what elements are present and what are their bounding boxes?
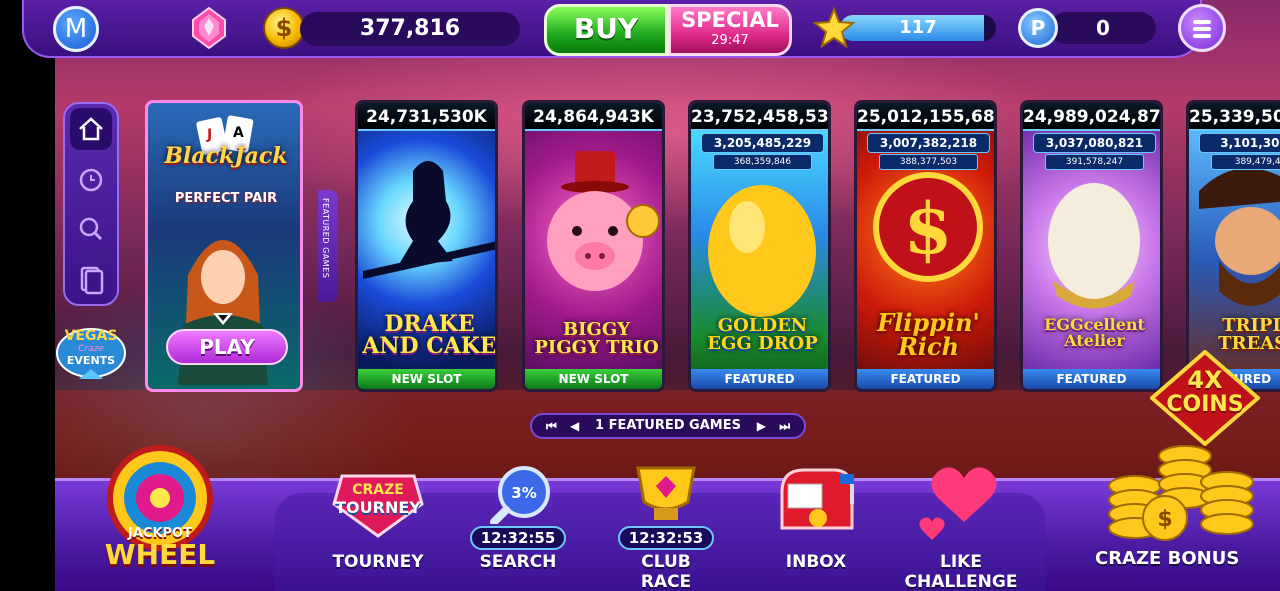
craze-bonus-label: CRAZE BONUS (1095, 548, 1240, 569)
special-label: SPECIAL (681, 8, 779, 32)
search-label: SEARCH (479, 552, 557, 572)
buy-button[interactable]: BUY (544, 4, 668, 56)
like-challenge-label: LIKE CHALLENGE (904, 552, 1018, 591)
vegas-events-button[interactable]: VEGAS Craze EVENTS (55, 325, 127, 391)
craze-bonus-button[interactable]: $ CRAZE BONUS (1095, 442, 1265, 587)
slot-card-eggcellent-atelier[interactable]: 24,989,024,871 3,037,080,821 391,578,247… (1020, 100, 1163, 392)
slot-title: EGGcellent Atelier (1044, 315, 1145, 350)
coin-balance: 377,816 (300, 12, 520, 46)
featured-pager: ⏮ ◀ 1 FEATURED GAMES ▶ ⏭ (530, 413, 806, 439)
cards-icon[interactable] (70, 258, 112, 300)
first-page-icon[interactable]: ⏮ (546, 415, 557, 437)
search-button[interactable]: 3% 12:32:55 SEARCH (468, 464, 568, 578)
events-line3: EVENTS (66, 354, 116, 367)
jackpot-mini-value: 391,578,247 (1045, 154, 1144, 170)
slot-card-biggy-piggy-trio[interactable]: 24,864,943K BIGGY PIGGY TRIO NEW SLOT (522, 100, 665, 392)
svg-text:$: $ (904, 187, 953, 270)
jackpot-value: 24,989,024,871 (1023, 103, 1160, 131)
level-value: 117 (899, 17, 937, 38)
coin-stack-icon: $ (1108, 445, 1254, 541)
pager-label: 1 FEATURED GAMES (595, 418, 741, 433)
slot-ribbon: NEW SLOT (358, 369, 495, 389)
slot-title: Flippin' Rich (877, 308, 980, 361)
slot-title: GOLDEN EGG DROP (707, 315, 818, 354)
menu-button[interactable] (1178, 4, 1226, 52)
jackpot-minor-value: 3,007,382,218 (867, 133, 990, 153)
search-percent: 3% (511, 484, 537, 502)
tourney-badge-bottom: TOURNEY (335, 498, 421, 517)
wheel-label: WHEEL (104, 538, 216, 571)
jackpot-mini-value: 389,479,42 (1211, 154, 1280, 170)
points-balance: 0 (1050, 12, 1156, 44)
jackpot-minor-value: 3,037,080,821 (1033, 133, 1156, 153)
mailbox-icon (780, 468, 854, 530)
promo-multiplier: 4X (1187, 366, 1223, 394)
blackjack-title: BlackJack (164, 143, 288, 169)
jackpot-minor-value: 3,101,305,3 (1199, 133, 1280, 153)
jackpot-value: 25,339,50 (1189, 103, 1280, 131)
points-icon: P (1018, 8, 1058, 48)
slot-card-golden-egg-drop[interactable]: 23,752,458,535 3,205,485,229 368,359,846… (688, 100, 831, 392)
side-nav (63, 102, 119, 306)
inbox-label: INBOX (785, 552, 847, 572)
svg-text:J: J (206, 127, 212, 143)
star-icon (812, 6, 856, 49)
svg-text:$: $ (1157, 507, 1172, 532)
jackpot-value: 25,012,155,689 (857, 103, 994, 131)
like-challenge-button[interactable]: LIKE CHALLENGE (896, 462, 1026, 591)
featured-games-label: FEATURED GAMES (321, 198, 330, 279)
blackjack-card[interactable]: J A BlackJack PERFECT PAIR PLAY (145, 100, 303, 392)
featured-games-tab[interactable]: FEATURED GAMES (318, 190, 338, 302)
inbox-button[interactable]: INBOX (770, 462, 862, 578)
avatar[interactable]: M (53, 6, 99, 52)
gem-icon[interactable] (190, 6, 228, 50)
play-button[interactable]: PLAY (166, 329, 288, 365)
blackjack-subtitle: PERFECT PAIR (174, 191, 278, 206)
jackpot-wheel-button[interactable]: JACKPOT WHEEL (90, 440, 230, 580)
next-page-icon[interactable]: ▶ (757, 415, 766, 437)
search-timer: 12:32:55 (470, 526, 566, 550)
slot-ribbon: FEATURED (857, 369, 994, 389)
heart-icon (919, 467, 997, 540)
jackpot-value: 24,731,530K (358, 103, 495, 131)
search-icon[interactable] (70, 208, 112, 250)
slot-title: DRAKE AND CAKE (362, 311, 497, 359)
slot-title: TRIPLE TREASU (1218, 315, 1280, 354)
club-race-timer: 12:32:53 (618, 526, 714, 550)
slot-card-drake-and-cake[interactable]: 24,731,530K DRAKE AND CAKE NEW SLOT (355, 100, 498, 392)
trophy-icon (636, 466, 696, 520)
jackpot-value: 23,752,458,535 (691, 103, 828, 131)
slot-title: BIGGY PIGGY TRIO (534, 319, 659, 358)
tourney-label: TOURNEY (332, 552, 424, 572)
tourney-button[interactable]: CRAZE TOURNEY TOURNEY (318, 470, 438, 578)
coins-4x-promo[interactable]: 4X COINS (1148, 349, 1262, 447)
slot-ribbon: NEW SLOT (525, 369, 662, 389)
special-timer: 29:47 (711, 33, 749, 48)
last-page-icon[interactable]: ⏭ (779, 415, 790, 437)
coin-icon: $ (263, 7, 305, 49)
slot-card-flippin-rich[interactable]: $ 25,012,155,689 3,007,382,218 388,377,5… (854, 100, 997, 392)
jackpot-mini-value: 368,359,846 (713, 154, 812, 170)
club-race-button[interactable]: 12:32:53 CLUB RACE (616, 458, 716, 591)
prev-page-icon[interactable]: ◀ (570, 415, 579, 437)
promo-label: COINS (1166, 392, 1244, 417)
slot-ribbon: FEATURED (1023, 369, 1160, 389)
jackpot-value: 24,864,943K (525, 103, 662, 131)
tourney-badge-top: CRAZE (352, 482, 404, 498)
events-line1: VEGAS (64, 328, 118, 344)
home-icon[interactable] (70, 108, 112, 150)
club-race-label: CLUB RACE (640, 552, 692, 591)
alarm-clock-icon[interactable] (70, 158, 112, 200)
jackpot-minor-value: 3,205,485,229 (701, 133, 824, 153)
special-offer-button[interactable]: SPECIAL 29:47 (668, 4, 792, 56)
jackpot-mini-value: 388,377,503 (879, 154, 978, 170)
slot-ribbon: FEATURED (691, 369, 828, 389)
svg-text:A: A (233, 125, 244, 141)
slot-card-triple-treasure[interactable]: 25,339,50 3,101,305,3 389,479,42 TRIPLE … (1186, 100, 1280, 392)
events-line2: Craze (78, 344, 104, 354)
